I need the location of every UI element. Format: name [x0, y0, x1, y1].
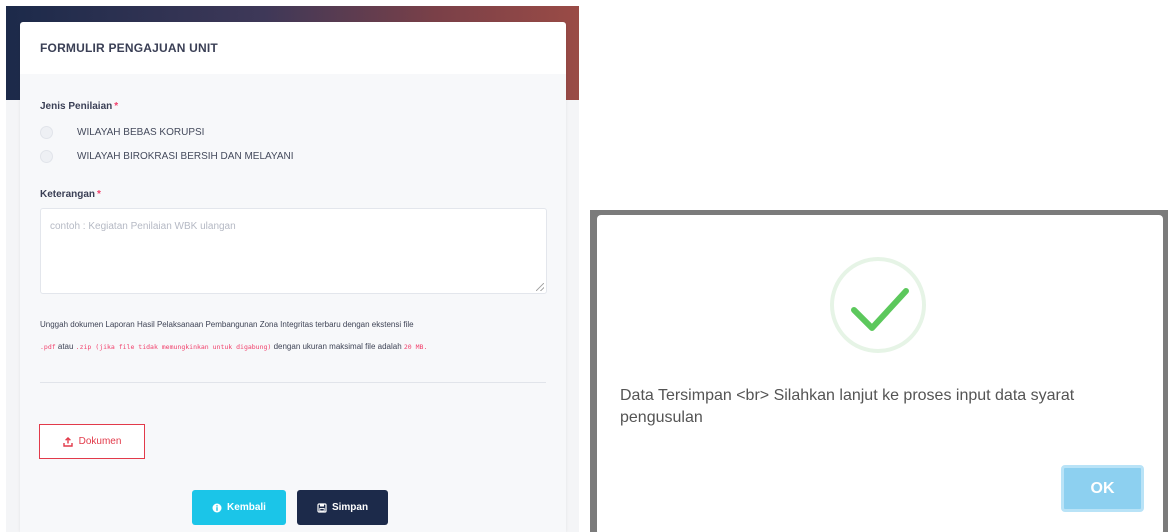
info-icon	[212, 503, 222, 512]
save-icon	[317, 502, 327, 513]
form-title: FORMULIR PENGAJUAN UNIT	[40, 41, 218, 55]
radio-label: WILAYAH BEBAS KORUPSI	[77, 126, 205, 138]
jenis-penilaian-label: Jenis Penilaian *	[40, 101, 119, 112]
simpan-button[interactable]: Simpan	[297, 490, 388, 525]
divider	[40, 382, 546, 383]
ext-pdf: .pdf	[40, 343, 56, 351]
card-body: Jenis Penilaian * WILAYAH BEBAS KORUPSI W…	[20, 74, 566, 532]
keterangan-label: Keterangan *	[40, 189, 101, 200]
ext-zip: .zip (jika file tidak memungkinkan untuk…	[75, 343, 272, 351]
success-dialog: Data Tersimpan <br> Silahkan lanjut ke p…	[597, 215, 1163, 532]
card-header: FORMULIR PENGAJUAN UNIT	[20, 22, 566, 75]
required-mark: *	[114, 101, 119, 112]
ok-button[interactable]: OK	[1061, 465, 1144, 512]
keterangan-textarea[interactable]: contoh : Kegiatan Penilaian WBK ulangan	[40, 208, 547, 294]
checkmark-icon	[851, 288, 909, 331]
form-screenshot: FORMULIR PENGAJUAN UNIT Jenis Penilaian *…	[6, 6, 579, 532]
radio-button[interactable]	[40, 149, 53, 163]
simpan-label: Simpan	[331, 502, 369, 513]
max-size: 20 MB.	[403, 343, 428, 351]
radio-option-wbbm[interactable]: WILAYAH BIROKRASI BERSIH DAN MELAYANI	[40, 149, 294, 163]
upload-info-line1: Unggah dokumen Laporan Hasil Pelaksanaan…	[40, 320, 414, 329]
dokumen-label: Dokumen	[78, 436, 122, 447]
upload-info-line2: .pdf atau .zip (jika file tidak memungki…	[40, 342, 428, 351]
textarea-placeholder: contoh : Kegiatan Penilaian WBK ulangan	[50, 221, 236, 232]
kembali-label: Kembali	[227, 502, 266, 513]
radio-option-wbk[interactable]: WILAYAH BEBAS KORUPSI	[40, 125, 204, 139]
radio-label: WILAYAH BIROKRASI BERSIH DAN MELAYANI	[77, 150, 294, 162]
form-card: FORMULIR PENGAJUAN UNIT Jenis Penilaian *…	[20, 22, 566, 532]
dialog-message: Data Tersimpan <br> Silahkan lanjut ke p…	[620, 387, 1075, 426]
upload-icon	[62, 436, 73, 447]
dokumen-button[interactable]: Dokumen	[39, 424, 145, 459]
resize-handle[interactable]	[536, 283, 544, 291]
required-mark: *	[97, 189, 101, 200]
radio-button[interactable]	[40, 125, 53, 139]
dialog-screenshot: Data Tersimpan <br> Silahkan lanjut ke p…	[590, 210, 1168, 532]
kembali-button[interactable]: Kembali	[192, 490, 286, 525]
